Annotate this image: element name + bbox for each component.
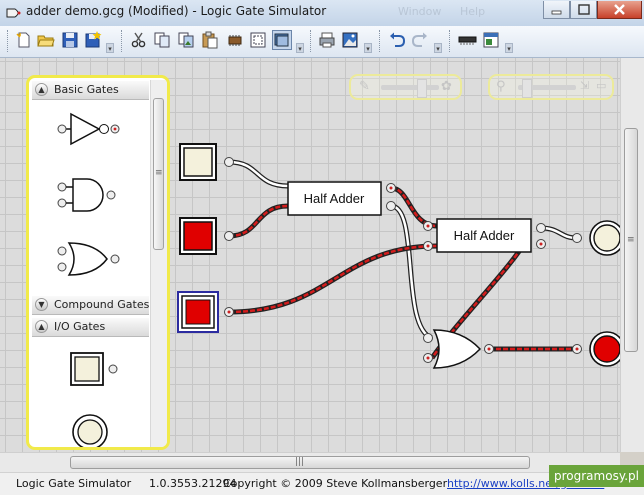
maximize-icon <box>578 4 590 15</box>
print-toolbar-overflow[interactable]: ▾ <box>364 43 372 53</box>
status-copyright: Copyright © 2009 Steve Kollmansberger <box>223 477 448 490</box>
close-icon <box>614 4 625 15</box>
or-gate-carry[interactable] <box>423 329 494 369</box>
toolbar-grip-2[interactable] <box>121 30 125 52</box>
wire-c-to-ha2[interactable] <box>228 243 438 315</box>
toolbar-grip-3[interactable] <box>310 30 314 52</box>
status-bar: Logic Gate Simulator 1.0.3553.21294 Copy… <box>0 472 644 495</box>
half-adder-2-label: Half Adder <box>454 228 515 243</box>
floppy-disk-icon[interactable] <box>61 31 79 49</box>
input-b-toggle[interactable] <box>179 217 234 255</box>
watermark-badge: programosy.pl <box>549 465 644 487</box>
window-title: adder demo.gcg (Modified) - Logic Gate S… <box>26 4 327 18</box>
half-adder-1[interactable]: Half Adder <box>287 181 396 216</box>
copy-icon[interactable] <box>153 31 171 49</box>
canvas-vertical-scrollbar[interactable]: ≡ <box>620 58 644 452</box>
canvas-horizontal-scroll-thumb[interactable]: ||| <box>70 456 530 469</box>
new-document-icon[interactable] <box>15 31 33 49</box>
folder-open-icon[interactable] <box>37 31 55 49</box>
user-input-item[interactable] <box>67 349 127 391</box>
io-gates-header[interactable]: ▲ I/O Gates <box>32 318 149 337</box>
scissors-icon[interactable] <box>130 31 148 49</box>
basic-gates-header[interactable]: ▲ Basic Gates <box>32 81 149 100</box>
picture-icon[interactable] <box>341 31 359 49</box>
canvas-horizontal-scrollbar[interactable]: ||| <box>0 452 620 472</box>
title-bar: adder demo.gcg (Modified) - Logic Gate S… <box>0 0 644 27</box>
close-button[interactable] <box>597 1 642 19</box>
and-gate-item[interactable] <box>55 174 125 216</box>
basic-gates-label: Basic Gates <box>54 83 119 96</box>
wire-b-to-ha1[interactable] <box>228 203 289 239</box>
minimize-button[interactable] <box>543 1 570 19</box>
file-toolbar-overflow[interactable]: ▾ <box>106 43 114 53</box>
user-output-item[interactable] <box>67 408 127 450</box>
toolbox-scroll-thumb[interactable]: ≡ <box>153 98 164 250</box>
toolbar-grip[interactable] <box>7 30 11 52</box>
undo-toolbar-overflow[interactable]: ▾ <box>434 43 442 53</box>
or-gate-item[interactable] <box>55 238 125 280</box>
gate-toolbox: ▲ Basic Gates ▼ Compound Gates ▲ I/O Gat… <box>26 75 170 450</box>
menu-help[interactable]: Help <box>460 5 485 18</box>
collapse-chevron-icon[interactable]: ▲ <box>35 83 48 96</box>
menu-window[interactable]: Window <box>398 5 441 18</box>
frame-icon[interactable] <box>249 31 267 49</box>
not-gate-item[interactable] <box>55 108 125 150</box>
paste-icon[interactable] <box>201 31 219 49</box>
toolbox-scrollbar[interactable]: ≡ <box>150 80 167 447</box>
app-gate-icon <box>6 8 21 18</box>
maximize-button[interactable] <box>570 1 597 19</box>
ic-chip-icon[interactable] <box>457 31 479 49</box>
sum-output-light <box>572 220 620 256</box>
edit-toolbar-overflow[interactable]: ▾ <box>296 43 304 53</box>
redo-arrow-icon[interactable] <box>411 31 429 49</box>
copy-image-icon[interactable] <box>177 31 195 49</box>
printer-icon[interactable] <box>318 31 336 49</box>
minimize-icon <box>551 10 562 15</box>
toolbar-grip-4[interactable] <box>379 30 383 52</box>
floppy-star-icon[interactable] <box>84 31 102 49</box>
input-a-toggle[interactable] <box>179 143 234 181</box>
compound-gates-header[interactable]: ▼ Compound Gates <box>32 296 149 315</box>
io-gates-label: I/O Gates <box>54 320 106 333</box>
input-c-toggle[interactable] <box>177 291 234 333</box>
integrated-circuit-icon[interactable] <box>226 31 244 49</box>
half-adder-2[interactable]: Half Adder <box>423 218 546 253</box>
half-adder-1-label: Half Adder <box>304 191 365 206</box>
status-app-name: Logic Gate Simulator <box>16 477 132 490</box>
collapse-chevron-icon-io[interactable]: ▲ <box>35 320 48 333</box>
undo-arrow-icon[interactable] <box>388 31 406 49</box>
toolbar: ▾ ▾ ▾ ▾ ▾ <box>0 26 644 58</box>
ic-toolbar-overflow[interactable]: ▾ <box>505 43 513 53</box>
ic-properties-icon[interactable] <box>482 31 500 49</box>
canvas-vertical-scroll-thumb[interactable]: ≡ <box>624 128 638 352</box>
toolbar-grip-5[interactable] <box>449 30 453 52</box>
carry-output-light <box>572 331 620 367</box>
expand-chevron-icon[interactable]: ▼ <box>35 298 48 311</box>
window-icon[interactable] <box>272 30 292 50</box>
compound-gates-label: Compound Gates <box>54 298 150 311</box>
